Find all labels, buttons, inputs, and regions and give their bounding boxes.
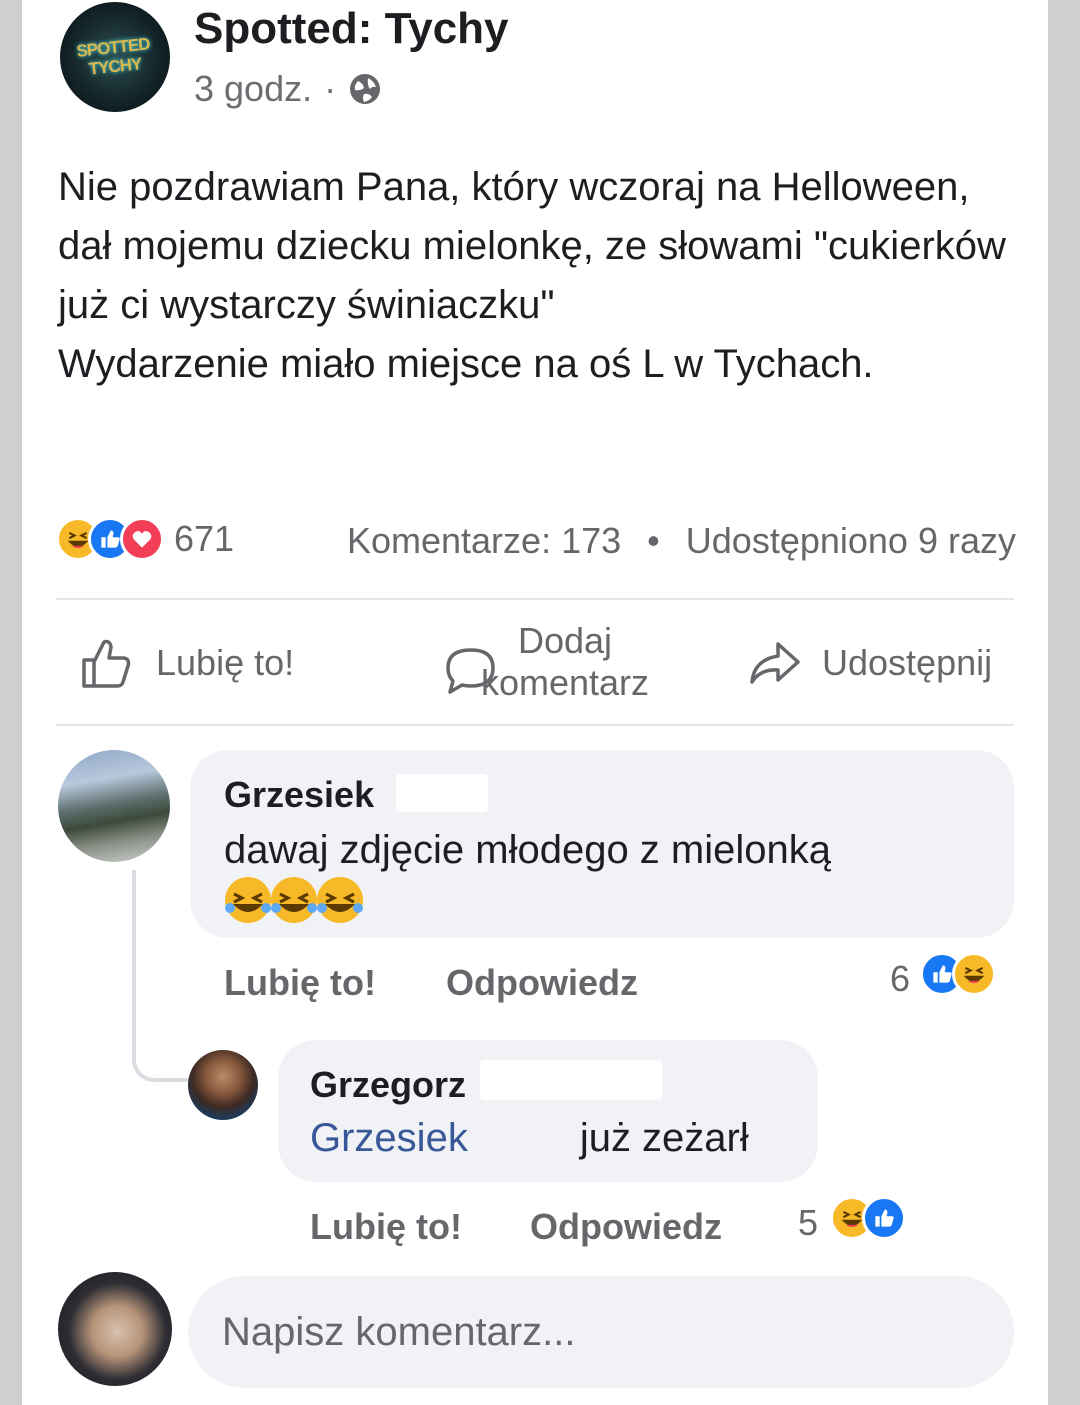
page-name[interactable]: Spotted: Tychy: [194, 4, 509, 54]
reply-reactions[interactable]: [830, 1196, 906, 1240]
like-reaction-icon: [862, 1196, 906, 1240]
post-meta: 3 godz. ·: [194, 68, 382, 110]
comment-author[interactable]: Grzesiek: [224, 774, 374, 816]
reply-like-link[interactable]: Lubię to!: [310, 1206, 462, 1248]
love-reaction-icon: [120, 517, 164, 561]
mention-link[interactable]: Grzesiek: [310, 1116, 468, 1160]
current-user-avatar[interactable]: [58, 1272, 172, 1386]
redacted-surname: [396, 774, 488, 812]
comment-reaction-count[interactable]: 6: [890, 958, 910, 1000]
stats-separator: •: [647, 520, 660, 561]
comment-emojis: [222, 874, 363, 926]
comment-bubble: Grzesiek dawaj zdjęcie młodego z mielonk…: [190, 750, 1014, 938]
meta-separator: ·: [324, 68, 337, 109]
thumbs-up-icon: [82, 639, 131, 688]
reactions-summary[interactable]: 671 Komentarze: 173 • Udostępniono 9 raz…: [56, 512, 1016, 566]
divider: [56, 724, 1014, 726]
comment-reply-link[interactable]: Odpowiedz: [446, 962, 638, 1004]
comment-input[interactable]: [222, 1302, 962, 1362]
commenter-avatar[interactable]: [58, 750, 170, 862]
rolling-laughing-emoji-icon: [225, 877, 271, 923]
rolling-laughing-emoji-icon: [271, 877, 317, 923]
rolling-laughing-emoji-icon: [317, 877, 363, 923]
post-text: Nie pozdrawiam Pana, który wczoraj na He…: [58, 158, 1028, 394]
haha-reaction-icon: [952, 952, 996, 996]
post-card: SPOTTED TYCHY Spotted: Tychy 3 godz. · N…: [22, 0, 1048, 1405]
reply-body: już zeżarł: [579, 1116, 749, 1160]
comment-text: dawaj zdjęcie młodego z mielonką: [224, 828, 831, 872]
shares-count-link[interactable]: Udostępniono 9 razy: [686, 520, 1016, 561]
redacted-surname: [480, 1060, 662, 1100]
reaction-count[interactable]: 671: [174, 518, 234, 560]
like-button-label: Lubię to!: [156, 642, 295, 683]
reply-reply-link[interactable]: Odpowiedz: [530, 1206, 722, 1248]
post-stats: Komentarze: 173 • Udostępniono 9 razy: [347, 520, 1016, 562]
like-button[interactable]: Lubię to!: [78, 634, 294, 692]
reply-bubble: Grzegorz Grzesiek już zeżarł: [278, 1040, 818, 1182]
comment-composer[interactable]: [188, 1276, 1014, 1388]
comment-button[interactable]: Dodaj komentarz: [442, 620, 660, 704]
reply-author[interactable]: Grzegorz: [310, 1064, 466, 1106]
comment-reactions[interactable]: [920, 952, 996, 996]
reply-thread-line: [132, 870, 196, 1082]
globe-icon: [348, 72, 382, 106]
comment-like-link[interactable]: Lubię to!: [224, 962, 376, 1004]
comments-count-link[interactable]: Komentarze: 173: [347, 520, 621, 561]
page-avatar[interactable]: SPOTTED TYCHY: [60, 2, 170, 112]
page-logo-text: SPOTTED TYCHY: [75, 34, 151, 79]
reply-reaction-count[interactable]: 5: [798, 1202, 818, 1244]
replier-avatar[interactable]: [188, 1050, 258, 1120]
post-body: Nie pozdrawiam Pana, który wczoraj na He…: [58, 165, 1006, 386]
divider: [56, 598, 1014, 600]
reply-text: Grzesiek już zeżarł: [310, 1116, 749, 1161]
share-button[interactable]: Udostępnij: [746, 634, 992, 692]
share-arrow-icon: [750, 642, 800, 684]
post-time[interactable]: 3 godz.: [194, 68, 312, 110]
share-button-label: Udostępnij: [822, 642, 993, 683]
comment-button-label: Dodaj komentarz: [480, 620, 650, 703]
